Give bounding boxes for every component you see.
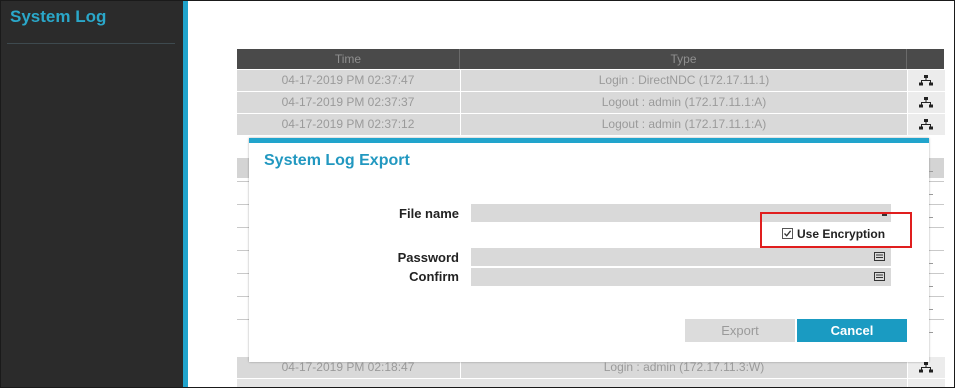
row-edge-mark: [929, 194, 933, 195]
dialog-title: System Log Export: [264, 152, 410, 169]
network-icon[interactable]: [919, 362, 933, 373]
row-edge-mark: [929, 309, 933, 310]
row-edge-mark: [929, 171, 933, 172]
password-label: Password: [397, 250, 459, 265]
network-icon[interactable]: [919, 75, 933, 86]
cell-type: Logout : admin (172.17.11.1:A): [460, 92, 907, 113]
row-edge-mark: [929, 332, 933, 333]
cell-time: 04-17-2019 PM 02:37:47: [281, 73, 415, 87]
row-edge-mark: [929, 286, 933, 287]
sidebar: System Log: [1, 1, 183, 387]
window-frame: System Log Time Type 04-17-2019 PM 02:37…: [0, 0, 955, 388]
column-header-type[interactable]: Type: [459, 49, 907, 69]
table-row[interactable]: [237, 379, 945, 387]
use-encryption-label: Use Encryption: [797, 227, 886, 241]
password-input[interactable]: [471, 248, 891, 266]
keyboard-icon[interactable]: [874, 252, 885, 261]
export-button[interactable]: Export: [685, 319, 795, 342]
cell-action[interactable]: [907, 92, 945, 113]
cell-time: 04-17-2019 PM 02:37:37: [281, 95, 415, 109]
column-header-action: [906, 49, 945, 69]
confirm-label: Confirm: [409, 269, 459, 284]
confirm-password-input[interactable]: [471, 268, 891, 286]
accent-bar: [183, 1, 188, 387]
column-header-time[interactable]: Time: [237, 49, 459, 69]
cell-action[interactable]: [907, 114, 945, 135]
table-row[interactable]: 04-17-2019 PM 02:37:12 Logout : admin (1…: [237, 114, 945, 136]
table-row[interactable]: 04-17-2019 PM 02:37:37 Logout : admin (1…: [237, 92, 945, 114]
network-icon[interactable]: [919, 119, 933, 130]
cell-time: 04-17-2019 PM 02:37:12: [281, 117, 415, 131]
system-log-export-dialog: System Log Export File name Use Encrypti…: [249, 138, 929, 362]
cancel-button[interactable]: Cancel: [797, 319, 907, 342]
row-edge-mark: [929, 217, 933, 218]
use-encryption-checkbox[interactable]: Use Encryption: [782, 227, 885, 241]
table-row[interactable]: 04-17-2019 PM 02:37:47 Login : DirectNDC…: [237, 70, 945, 92]
cell-action[interactable]: [907, 70, 945, 91]
cell-action: [907, 379, 945, 387]
sidebar-title[interactable]: System Log: [10, 7, 106, 27]
row-edge-mark: [929, 263, 933, 264]
file-name-label: File name: [399, 206, 459, 221]
keyboard-icon[interactable]: [874, 272, 885, 281]
cell-type: Logout : admin (172.17.11.1:A): [460, 114, 907, 135]
cell-type: Login : DirectNDC (172.17.11.1): [460, 70, 907, 91]
network-icon[interactable]: [919, 97, 933, 108]
sidebar-divider: [7, 43, 175, 44]
table-header: Time Type: [237, 49, 944, 69]
checkbox-checked-icon[interactable]: [782, 228, 793, 239]
